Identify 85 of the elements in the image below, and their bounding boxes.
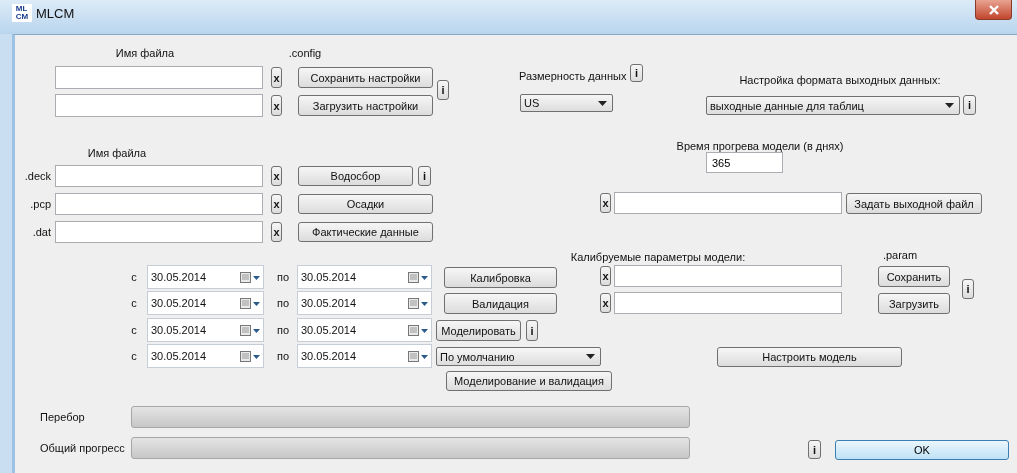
window-title: MLCM	[36, 4, 76, 22]
date-field[interactable]: 30.05.2014	[147, 291, 264, 315]
label: по	[275, 349, 291, 364]
date-field[interactable]: 30.05.2014	[297, 291, 432, 315]
clear-button[interactable]: x	[600, 193, 611, 213]
label: Настройка формата выходных данных:	[738, 73, 942, 88]
close-button[interactable]	[975, 0, 1012, 20]
label: по	[275, 323, 291, 338]
date-field[interactable]: 30.05.2014	[147, 344, 264, 368]
ok-button[interactable]: OK	[835, 440, 1009, 460]
caret-icon	[598, 100, 607, 106]
label: с	[130, 296, 138, 311]
settings-button[interactable]: Сохранить настройки	[298, 67, 433, 88]
calendar-dropdown-icon	[408, 271, 428, 283]
date-field[interactable]: 30.05.2014	[147, 318, 264, 342]
run-button[interactable]: Моделировать	[436, 320, 521, 341]
clear-button[interactable]: x	[271, 166, 282, 186]
label: Имя файла	[86, 146, 148, 160]
label: с	[130, 349, 138, 364]
text-field[interactable]	[55, 221, 263, 243]
text-field[interactable]	[614, 192, 842, 214]
label: Имя файла	[114, 46, 176, 60]
info-button[interactable]: i	[808, 440, 821, 459]
label: по	[275, 270, 291, 285]
label: с	[130, 323, 138, 338]
clear-button[interactable]: x	[271, 95, 282, 116]
label: .config	[287, 46, 323, 60]
run-button[interactable]: Валидация	[444, 293, 557, 314]
run-button[interactable]: Моделирование и валидация	[446, 371, 612, 391]
date-field[interactable]: 30.05.2014	[147, 265, 264, 289]
info-button[interactable]: i	[962, 279, 974, 299]
file-button[interactable]: Осадки	[298, 194, 433, 214]
label: с	[130, 270, 138, 285]
date-field[interactable]: 30.05.2014	[297, 344, 432, 368]
output-file-button[interactable]: Задать выходной файл	[846, 193, 982, 214]
info-button[interactable]: i	[437, 80, 449, 100]
text-field[interactable]: 365	[706, 152, 783, 173]
dropdown[interactable]: По умолчанию	[436, 347, 601, 366]
text-field[interactable]	[55, 94, 263, 117]
text-field[interactable]	[55, 66, 263, 89]
info-button[interactable]: i	[526, 320, 538, 341]
clear-button[interactable]: x	[271, 67, 282, 88]
label: Калибруемые параметры модели:	[569, 250, 747, 265]
clear-button[interactable]: x	[271, 222, 282, 242]
configure-button[interactable]: Настроить модель	[717, 347, 902, 367]
calendar-dropdown-icon	[408, 324, 428, 336]
label: по	[275, 296, 291, 311]
file-button[interactable]: Водосбор	[298, 166, 413, 186]
run-button[interactable]: Калибровка	[444, 267, 557, 288]
param-button[interactable]: Сохранить	[878, 266, 950, 287]
label: Время прогрева модели (в днях)	[675, 139, 845, 154]
calendar-dropdown-icon	[240, 297, 260, 309]
label: Общий прогресс	[40, 441, 126, 456]
clear-button[interactable]: x	[600, 266, 611, 286]
clear-button[interactable]: x	[271, 194, 282, 214]
label: Перебор	[40, 410, 86, 425]
info-button[interactable]: i	[630, 64, 643, 82]
file-button[interactable]: Фактические данные	[298, 222, 433, 242]
param-button[interactable]: Загрузить	[878, 293, 950, 314]
settings-button[interactable]: Загрузить настройки	[298, 95, 433, 116]
text-field[interactable]	[55, 165, 263, 187]
close-icon	[987, 4, 1000, 15]
date-field[interactable]: 30.05.2014	[297, 265, 432, 289]
text-field[interactable]	[614, 265, 842, 287]
calendar-dropdown-icon	[408, 350, 428, 362]
label: .deck	[23, 169, 52, 184]
date-field[interactable]: 30.05.2014	[297, 318, 432, 342]
text-field[interactable]	[614, 292, 842, 314]
calendar-dropdown-icon	[240, 350, 260, 362]
caret-icon	[586, 354, 595, 359]
info-button[interactable]: i	[963, 95, 976, 115]
label: .param	[881, 248, 919, 262]
label: .pcp	[29, 197, 52, 212]
label: Размерность данных	[519, 69, 628, 84]
calendar-dropdown-icon	[240, 324, 260, 336]
caret-icon	[945, 103, 954, 108]
calendar-dropdown-icon	[408, 297, 428, 309]
label: .dat	[31, 225, 52, 240]
dropdown[interactable]: US	[520, 94, 613, 112]
calendar-dropdown-icon	[240, 271, 260, 283]
text-field[interactable]	[55, 193, 263, 215]
dropdown[interactable]: выходные данные для таблиц	[706, 96, 960, 115]
clear-button[interactable]: x	[600, 293, 611, 313]
info-button[interactable]: i	[418, 166, 431, 186]
app-icon: ML CM	[12, 4, 32, 22]
